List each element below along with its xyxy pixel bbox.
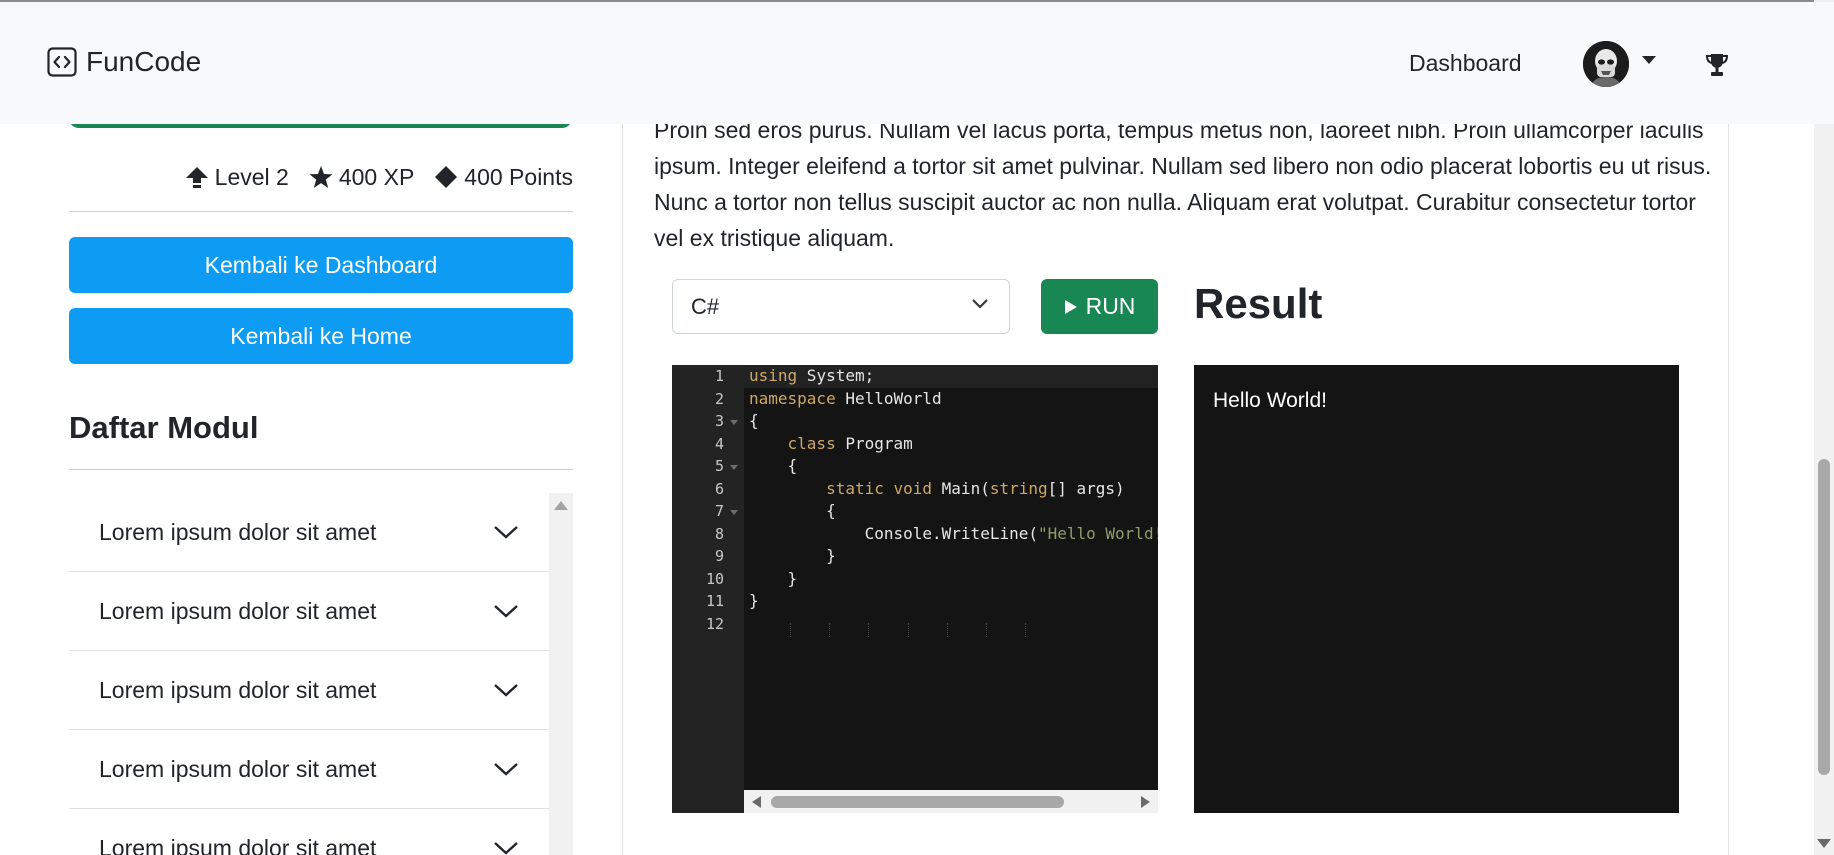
content-card-right-border [1728,124,1729,855]
module-item[interactable]: Lorem ipsum dolor sit amet [69,651,549,730]
scroll-right-arrow-icon[interactable] [1141,796,1150,808]
line-number: 4 [714,434,724,453]
line-number: 1 [714,367,724,385]
module-item[interactable]: Lorem ipsum dolor sit amet [69,809,549,855]
lesson-text: Proin sed eros purus. Nullam vel lacus p… [654,117,1712,251]
chevron-down-icon [494,684,518,697]
indent-guide [908,623,910,637]
code-content[interactable]: using System; namespace HelloWorld { cla… [749,365,1158,613]
back-to-dashboard-button[interactable]: Kembali ke Dashboard [69,237,573,293]
fold-arrow-icon[interactable] [730,465,738,470]
result-output-panel: Hello World! [1194,365,1679,813]
points-text: 400 Points [464,163,573,190]
code-icon [47,47,77,77]
line-number: 7 [714,502,724,520]
nav-link-dashboard[interactable]: Dashboard [1409,50,1522,77]
chevron-down-icon [494,526,518,539]
diamond-icon [435,166,458,188]
brand-logo-link[interactable]: FunCode [47,42,201,82]
module-list-title: Daftar Modul [69,410,259,445]
line-number: 2 [714,389,724,408]
module-item[interactable]: Lorem ipsum dolor sit amet [69,572,549,651]
scroll-down-arrow-icon[interactable] [1817,839,1831,848]
chevron-down-icon [494,605,518,618]
run-button-label: RUN [1085,293,1136,319]
editor-horizontal-scrollbar[interactable] [744,790,1158,813]
chevron-down-icon [972,299,988,309]
scrollbar-thumb[interactable] [771,796,1064,808]
xp-text: 400 XP [338,163,415,190]
line-number: 6 [714,479,724,498]
module-item-label: Lorem ipsum dolor sit amet [99,597,377,624]
chevron-down-icon [494,842,518,855]
indent-guide [868,623,870,637]
fold-arrow-icon[interactable] [730,420,738,425]
brand-name: FunCode [86,46,202,77]
module-item-label: Lorem ipsum dolor sit amet [99,518,377,545]
user-avatar[interactable] [1583,41,1629,87]
xp-stat: 400 XP [309,164,414,191]
result-output-text: Hello World! [1213,389,1327,412]
indent-guide [1025,623,1027,637]
play-icon [1064,299,1077,314]
module-item-label: Lorem ipsum dolor sit amet [99,755,377,782]
line-number: 12 [705,614,724,633]
module-list: Lorem ipsum dolor sit amet Lorem ipsum d… [69,493,549,855]
line-number: 11 [705,592,724,610]
module-item-label: Lorem ipsum dolor sit amet [99,676,377,703]
scrollbar-thumb[interactable] [1818,459,1830,775]
line-number: 5 [714,457,724,475]
stats-divider [69,211,573,212]
level-stat: Level 2 [185,164,289,191]
code-editor[interactable]: 1 2 3 4 5 6 7 8 9 10 11 12 using System;… [672,365,1158,813]
line-number: 10 [705,569,724,588]
indent-guide [986,623,988,637]
user-menu-caret-icon[interactable] [1642,56,1656,64]
scroll-left-arrow-icon[interactable] [752,796,761,808]
module-title-divider [69,469,573,470]
points-stat: 400 Points [434,164,573,191]
star-icon [309,166,333,188]
indent-guide [790,623,792,637]
content-card-left-border [622,124,623,855]
level-text: Level 2 [214,163,289,190]
line-number: 8 [714,524,724,543]
language-select[interactable]: C# [672,279,1010,334]
level-up-icon [185,167,208,188]
module-item-label: Lorem ipsum dolor sit amet [99,834,377,855]
page-scrollbar[interactable] [1814,0,1834,855]
indent-guide [947,623,949,637]
module-list-scrollbar[interactable] [549,493,573,855]
back-to-home-button[interactable]: Kembali ke Home [69,308,573,364]
avatar-image [1583,41,1629,87]
run-button[interactable]: RUN [1041,279,1158,334]
line-number: 3 [714,412,724,430]
fold-arrow-icon[interactable] [730,510,738,515]
result-title: Result [1194,280,1323,327]
line-number: 9 [714,547,724,565]
module-item[interactable]: Lorem ipsum dolor sit amet [69,730,549,809]
trophy-icon[interactable] [1704,52,1730,78]
language-select-value: C# [691,293,720,319]
chevron-down-icon [494,763,518,776]
editor-gutter: 1 2 3 4 5 6 7 8 9 10 11 12 [672,365,744,813]
user-stats: Level 2 400 XP 400 Points [69,162,573,192]
top-navbar: FunCode Dashboard [0,2,1834,124]
scroll-up-arrow-icon[interactable] [554,501,568,510]
module-item[interactable]: Lorem ipsum dolor sit amet [69,493,549,572]
indent-guide [829,623,831,637]
